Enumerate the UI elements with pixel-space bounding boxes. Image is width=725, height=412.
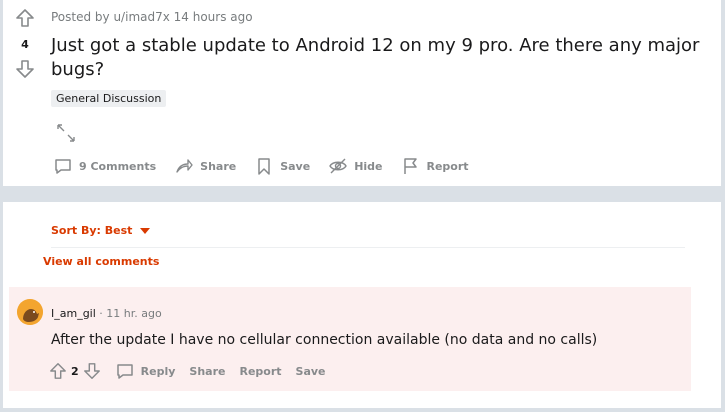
post-actions: 9 Comments Share Save Hide Report [53, 156, 469, 176]
comment-actions: 2 Reply Share Report Save [49, 361, 326, 381]
comment: I_am_gil · 11 hr. ago After the update I… [9, 287, 691, 391]
sort-dropdown[interactable]: Sort By: Best [51, 224, 151, 237]
comment-icon [55, 159, 71, 174]
sort-label: Sort By: Best [51, 224, 133, 237]
meta-separator: · [99, 307, 103, 320]
downvote-icon[interactable] [15, 59, 35, 79]
share-label: Share [200, 159, 237, 173]
comment-time[interactable]: 11 hr. ago [106, 307, 161, 320]
post-meta: Posted by u/imad7x 14 hours ago [51, 10, 253, 24]
bookmark-icon [258, 158, 270, 175]
upvote-icon[interactable] [15, 8, 35, 28]
hide-button[interactable]: Hide [328, 156, 383, 176]
reply-button[interactable]: Reply [115, 361, 176, 381]
report-label: Report [426, 159, 469, 173]
save-button[interactable]: Save [254, 156, 310, 176]
report-button[interactable]: Report [401, 156, 469, 176]
comments-label: 9 Comments [79, 159, 157, 173]
avatar-icon [17, 299, 43, 325]
divider [51, 247, 685, 248]
comment-share-button[interactable]: Share [189, 365, 225, 378]
share-button[interactable]: Share [174, 156, 236, 176]
downvote-icon[interactable] [83, 362, 101, 380]
comment-icon [116, 364, 133, 379]
post-card: 4 Posted by u/imad7x 14 hours ago Just g… [3, 0, 721, 186]
expand-icon[interactable] [55, 122, 77, 144]
comment-report-button[interactable]: Report [239, 365, 281, 378]
upvote-icon[interactable] [49, 362, 67, 380]
reply-label: Reply [140, 364, 176, 378]
comment-vote-count: 2 [71, 364, 79, 378]
comment-author[interactable]: I_am_gil [51, 307, 96, 320]
comments-button[interactable]: 9 Comments [53, 156, 156, 176]
share-icon [176, 159, 193, 173]
save-label: Save [280, 159, 311, 173]
caret-down-icon [140, 227, 151, 234]
flag-icon [403, 158, 417, 174]
comment-meta: I_am_gil · 11 hr. ago [51, 307, 162, 320]
comment-save-button[interactable]: Save [296, 365, 326, 378]
post-flair[interactable]: General Discussion [51, 90, 167, 107]
post-vote-column: 4 [11, 8, 39, 79]
hide-label: Hide [354, 159, 383, 173]
avatar[interactable] [17, 299, 43, 325]
comment-body: After the update I have no cellular conn… [51, 332, 598, 348]
view-all-comments-link[interactable]: View all comments [43, 255, 159, 268]
post-vote-count: 4 [21, 38, 29, 51]
post-title[interactable]: Just got a stable update to Android 12 o… [51, 34, 701, 82]
hide-eye-icon [329, 158, 348, 174]
comments-section: Sort By: Best View all comments I_am_gil… [3, 202, 721, 408]
comment-vote: 2 [49, 362, 101, 380]
